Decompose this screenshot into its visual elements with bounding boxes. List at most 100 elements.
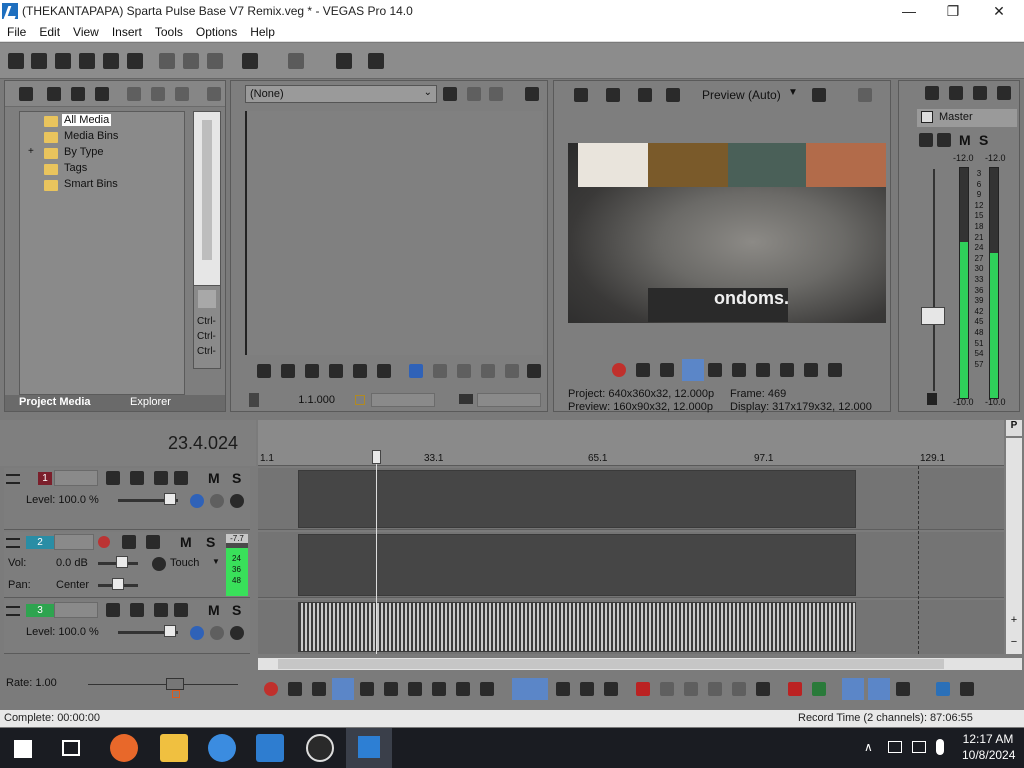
composite-mode-icon[interactable] (190, 626, 204, 640)
collapse-icon[interactable] (6, 606, 20, 616)
stop-icon[interactable] (732, 363, 746, 377)
master-mute-button[interactable]: M (959, 132, 971, 148)
minimize-button[interactable]: — (886, 0, 932, 22)
parent-composite-icon[interactable] (210, 494, 224, 508)
play-from-start-icon[interactable] (281, 364, 295, 378)
track-motion-icon[interactable] (106, 471, 120, 485)
collapse-icon[interactable] (6, 538, 20, 548)
menu-tools[interactable]: Tools (148, 22, 189, 39)
lock-envelopes-icon[interactable] (936, 682, 950, 696)
get-media-icon[interactable] (71, 87, 85, 101)
tray-chevron-icon[interactable]: ∧ (864, 740, 873, 754)
downmix-icon[interactable] (949, 86, 963, 100)
pause-icon[interactable] (329, 364, 343, 378)
plugin-icon[interactable] (175, 87, 189, 101)
menu-help[interactable]: Help (243, 22, 281, 39)
trimmer-media-dropdown[interactable]: (None) ⌄ (245, 85, 437, 103)
record-icon[interactable] (264, 682, 278, 696)
tree-item-all-media[interactable]: All Media (62, 114, 112, 126)
next-frame-icon[interactable] (480, 682, 494, 696)
maximize-button[interactable]: ❐ (930, 0, 976, 22)
arm-record-icon[interactable] (98, 536, 110, 548)
track-fx-icon[interactable] (130, 603, 144, 617)
solo-button[interactable]: S (232, 602, 241, 618)
expand-icon[interactable]: + (28, 146, 34, 157)
play-button[interactable] (682, 359, 704, 381)
thumbnail-icon[interactable] (198, 290, 216, 308)
compositing-icon[interactable] (154, 471, 168, 485)
mute-button[interactable]: M (208, 470, 220, 486)
master-fader-thumb[interactable] (921, 307, 945, 325)
trim-start-icon[interactable] (684, 682, 698, 696)
save-icon[interactable] (55, 53, 71, 69)
split-icon[interactable] (732, 682, 746, 696)
window-docking-icon[interactable] (525, 87, 539, 101)
play-from-start-icon[interactable] (660, 363, 674, 377)
tab-explorer[interactable]: Explorer (130, 396, 171, 408)
stop-icon[interactable] (384, 682, 398, 696)
video-frame[interactable]: ondoms. (568, 143, 886, 323)
track-name-field[interactable] (54, 534, 94, 550)
previous-frame-icon[interactable] (377, 364, 391, 378)
spell-check-icon[interactable] (443, 87, 457, 101)
pause-icon[interactable] (708, 363, 722, 377)
record-icon[interactable] (612, 363, 626, 377)
clear-icon[interactable] (489, 87, 503, 101)
envelope-tool-icon[interactable] (556, 682, 570, 696)
lock-icon[interactable] (927, 393, 937, 405)
master-gear-icon[interactable] (937, 133, 951, 147)
menu-insert[interactable]: Insert (105, 22, 148, 39)
previous-frame-icon[interactable] (804, 363, 818, 377)
timeline-play-button[interactable] (332, 678, 354, 700)
ignore-grouping-icon[interactable] (960, 682, 974, 696)
tree-item-by-type[interactable]: By Type (64, 146, 104, 158)
timeline-ruler[interactable]: 1.1 33.1 65.1 97.1 129.1 (258, 420, 1004, 466)
region-icon[interactable] (812, 682, 826, 696)
cut-icon[interactable] (159, 53, 175, 69)
track-name-field[interactable] (54, 470, 98, 486)
video-clip-frames[interactable] (298, 602, 856, 652)
grid-overlay-icon[interactable] (812, 88, 826, 102)
task-view-icon[interactable] (62, 740, 80, 756)
menu-edit[interactable]: Edit (32, 22, 66, 39)
trim-end-icon[interactable] (708, 682, 722, 696)
touch-mode-label[interactable]: Touch (170, 557, 199, 569)
undo-icon[interactable] (242, 53, 258, 69)
zoom-tool-icon[interactable] (604, 682, 618, 696)
trim-icon[interactable] (505, 364, 519, 378)
trim-icon[interactable] (660, 682, 674, 696)
auto-crossfade-button[interactable] (868, 678, 890, 700)
marker-icon[interactable] (355, 395, 365, 405)
previous-frame-icon[interactable] (456, 682, 470, 696)
collapse-icon[interactable] (6, 474, 20, 484)
tree-item-media-bins[interactable]: Media Bins (64, 130, 118, 142)
pan-slider-thumb[interactable] (112, 578, 124, 590)
marker-icon[interactable] (788, 682, 802, 696)
track-header-audio-2[interactable]: 2 M S -7.7 24 36 48 Vol: 0.0 dB Touch ▼ … (4, 532, 250, 598)
chevron-down-icon[interactable]: ▼ (788, 87, 798, 98)
parent-composite-icon[interactable] (210, 626, 224, 640)
next-frame-icon[interactable] (828, 363, 842, 377)
file-explorer-icon[interactable] (160, 734, 188, 762)
obs-icon[interactable] (306, 734, 334, 762)
whats-this-help-icon[interactable] (368, 53, 384, 69)
delete-icon[interactable] (636, 682, 650, 696)
timeline-horizontal-scrollbar[interactable] (258, 658, 1022, 670)
solo-button[interactable]: S (232, 470, 241, 486)
mute-button[interactable]: M (208, 602, 220, 618)
save-as-icon[interactable] (79, 53, 95, 69)
app-icon[interactable] (256, 734, 284, 762)
split-screen-icon[interactable] (638, 88, 652, 102)
automation-gear-icon[interactable] (152, 557, 166, 571)
selection-tool-icon[interactable] (580, 682, 594, 696)
preview-quality-dropdown[interactable]: Preview (Auto) (702, 88, 781, 102)
go-to-end-icon[interactable] (780, 363, 794, 377)
clock-date[interactable]: 10/8/2024 (962, 748, 1015, 762)
preview-settings-gear-icon[interactable] (574, 88, 588, 102)
tab-project-media[interactable]: Project Media (19, 396, 91, 408)
play-from-start-icon[interactable] (312, 682, 326, 696)
video-clip[interactable] (298, 470, 856, 528)
network-icon[interactable] (912, 741, 926, 753)
rate-slider-thumb[interactable] (166, 678, 184, 690)
vegas-taskbar-button[interactable] (346, 728, 392, 768)
